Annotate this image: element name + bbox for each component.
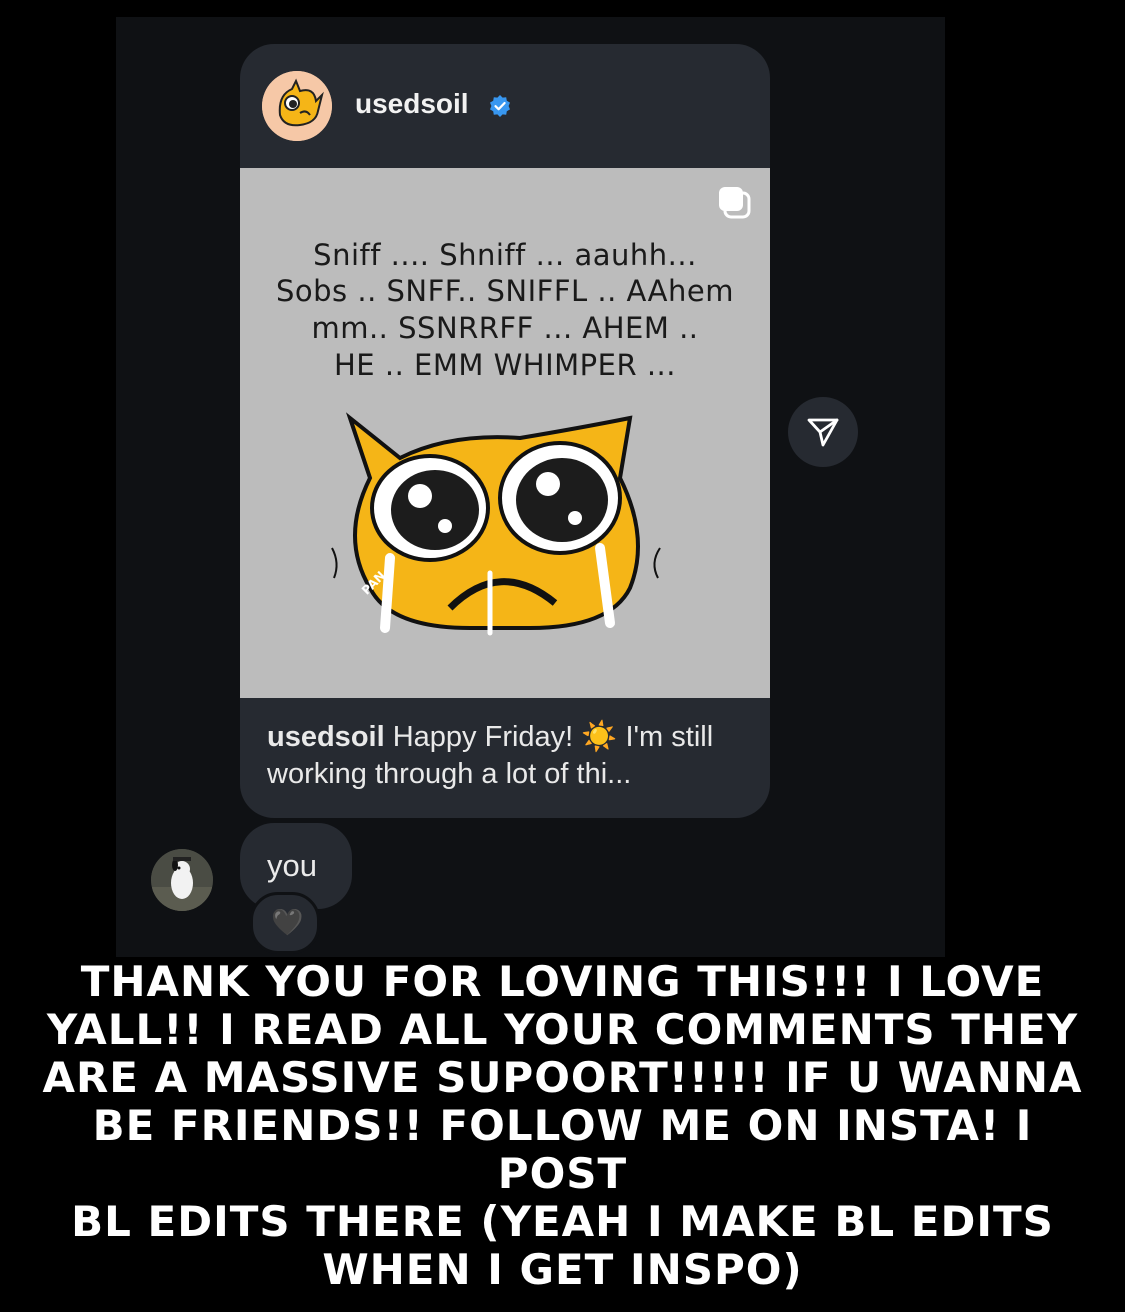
overlay-line: BL EDITS THERE (YEAH I MAKE BL EDITS — [71, 1197, 1054, 1246]
share-button[interactable] — [788, 397, 858, 467]
comic-text-line: Sniff .... Shniff ... aauhh... — [313, 238, 697, 272]
crying-creature-drawing — [331, 412, 661, 636]
comic-text-line: HE .. EMM WHIMPER ... — [334, 348, 676, 382]
multiple-posts-icon — [719, 187, 751, 219]
overlay-line: BE FRIENDS!! FOLLOW ME ON INSTA! I POST — [92, 1101, 1033, 1198]
post-caption[interactable]: usedsoil Happy Friday! ☀️ I'm still work… — [267, 719, 747, 793]
black-heart-icon: 🖤 — [271, 907, 304, 937]
comic-text-line: Sobs .. SNFF.. SNIFFL .. AAhem — [275, 274, 734, 308]
overlay-line: ARE A MASSIVE SUPOORT!!!!! IF U WANNA — [42, 1053, 1083, 1102]
verified-badge-icon — [490, 95, 510, 117]
message-text: you — [267, 848, 317, 883]
author-username[interactable]: usedsoil — [355, 88, 469, 120]
post-image[interactable]: Sniff .... Shniff ... aauhh... Sobs .. S… — [240, 168, 770, 698]
shared-post-card[interactable]: usedsoil Sniff .... Shniff ... aauhh... … — [240, 44, 770, 818]
overlay-line: WHEN I GET INSPO) — [322, 1245, 803, 1294]
post-header[interactable]: usedsoil — [240, 44, 770, 168]
author-avatar[interactable] — [262, 71, 332, 141]
overlay-line: THANK YOU FOR LOVING THIS!!! I LOVE — [80, 957, 1045, 1006]
overlay-line: YALL!! I READ ALL YOUR COMMENTS THEY — [46, 1005, 1079, 1054]
comic-text-line: mm.. SSNRRFF ... AHEM .. — [311, 311, 699, 345]
reaction-badge[interactable]: 🖤 — [250, 892, 320, 954]
send-icon — [807, 418, 839, 447]
overlay-message: THANK YOU FOR LOVING THIS!!! I LOVE YALL… — [40, 958, 1085, 1294]
caption-username[interactable]: usedsoil — [267, 721, 385, 753]
sender-avatar[interactable] — [151, 849, 213, 911]
